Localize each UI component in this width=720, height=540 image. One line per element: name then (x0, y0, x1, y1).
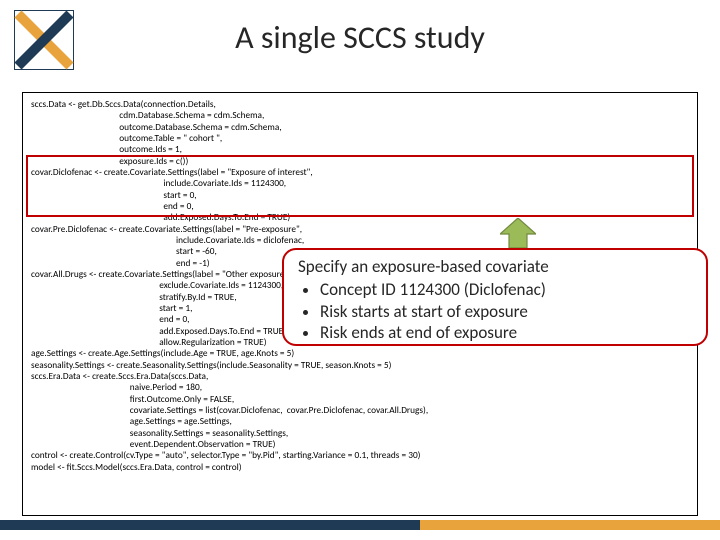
footer-bar-left (0, 520, 420, 530)
callout-item: Risk ends at end of exposure (320, 322, 692, 343)
callout-list: Concept ID 1124300 (Diclofenac) Risk sta… (320, 279, 692, 343)
callout-item: Concept ID 1124300 (Diclofenac) (320, 279, 692, 300)
slide: A single SCCS study sccs.Data <- get.Db.… (0, 0, 720, 540)
callout-item: Risk starts at start of exposure (320, 301, 692, 322)
callout-title: Specify an exposure-based covariate (298, 256, 692, 277)
callout-box: Specify an exposure-based covariate Conc… (282, 248, 708, 346)
arrow-up-icon (500, 218, 536, 248)
slide-title: A single SCCS study (0, 18, 720, 57)
footer-bar-right (420, 520, 720, 530)
